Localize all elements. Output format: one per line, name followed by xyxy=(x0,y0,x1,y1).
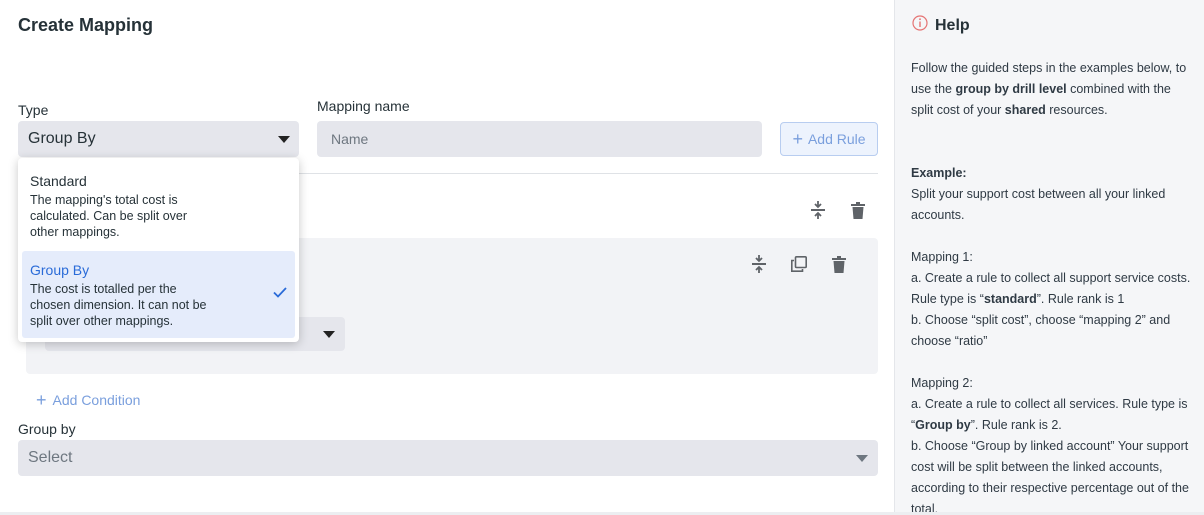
mapping-name-label: Mapping name xyxy=(317,98,410,114)
main-panel: Create Mapping Type Group By Mapping nam… xyxy=(0,0,894,515)
add-rule-label: Add Rule xyxy=(807,131,866,147)
help-text: Follow the guided steps in the examples … xyxy=(911,58,1191,515)
add-rule-button[interactable]: + Add Rule xyxy=(780,122,878,156)
group-by-label: Group by xyxy=(18,421,76,437)
trash-icon[interactable] xyxy=(828,253,850,275)
add-condition-label: Add Condition xyxy=(52,392,141,408)
option-description: The mapping's total cost is calculated. … xyxy=(30,193,188,239)
help-example-label: Example: xyxy=(911,166,967,180)
group-by-select[interactable]: Select xyxy=(18,440,878,476)
type-dropdown-menu: Standard The mapping's total cost is cal… xyxy=(18,158,299,342)
help-mapping2-title: Mapping 2: xyxy=(911,376,973,390)
chevron-down-icon xyxy=(278,136,290,143)
help-intro: Follow the guided steps in the examples … xyxy=(911,61,1187,117)
help-mapping2-step-b: b. Choose “Group by linked account” Your… xyxy=(911,439,1189,515)
help-mapping1-step-b: b. Choose “split cost”, choose “mapping … xyxy=(911,313,1171,348)
option-title: Group By xyxy=(30,262,90,278)
option-description: The cost is totalled per the chosen dime… xyxy=(30,282,207,328)
type-select-value: Group By xyxy=(28,130,96,147)
type-label: Type xyxy=(18,102,49,118)
plus-icon: + xyxy=(792,129,803,149)
chevron-down-icon xyxy=(323,331,335,338)
type-option-group-by[interactable]: Group By The cost is totalled per the ch… xyxy=(22,251,295,338)
help-mapping2-step-a: a. Create a rule to collect all services… xyxy=(911,397,1188,432)
help-mapping1-step-a: a. Create a rule to collect all support … xyxy=(911,271,1191,306)
group-by-placeholder: Select xyxy=(28,449,73,466)
option-title: Standard xyxy=(30,173,87,189)
type-option-standard[interactable]: Standard The mapping's total cost is cal… xyxy=(22,164,295,248)
page-title: Create Mapping xyxy=(18,15,154,35)
help-title: Help xyxy=(935,16,970,34)
check-icon xyxy=(273,285,287,303)
plus-icon: + xyxy=(36,390,47,410)
trash-icon[interactable] xyxy=(847,199,869,221)
help-mapping1-title: Mapping 1: xyxy=(911,250,973,264)
help-header: Help xyxy=(912,15,970,36)
help-example-text: Split your support cost between all your… xyxy=(911,187,1166,222)
split-icon[interactable] xyxy=(748,253,770,275)
type-select[interactable]: Group By xyxy=(18,121,299,157)
chevron-down-icon xyxy=(856,455,868,462)
split-icon[interactable] xyxy=(807,199,829,221)
copy-icon[interactable] xyxy=(788,253,810,275)
add-condition-button[interactable]: + Add Condition xyxy=(36,391,140,409)
mapping-name-input[interactable] xyxy=(317,121,762,157)
info-icon xyxy=(912,15,928,36)
